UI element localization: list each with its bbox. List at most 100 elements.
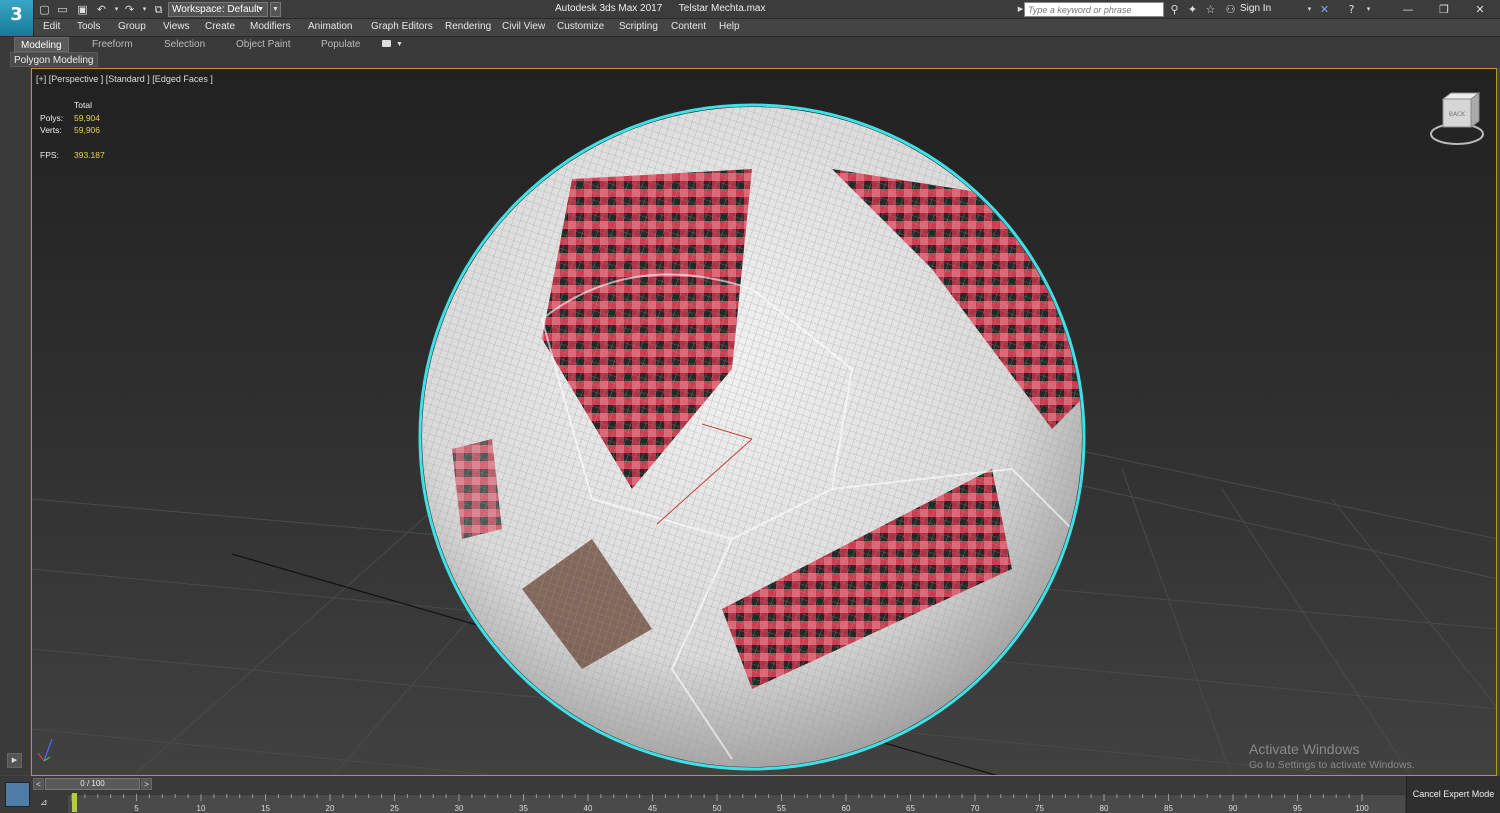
user-icon[interactable]: ⚇ (1224, 3, 1237, 16)
watermark-title: Activate Windows (1249, 741, 1360, 757)
app-logo[interactable]: 3 (0, 0, 34, 36)
curve-editor-icon[interactable]: ⊿ (40, 797, 48, 808)
subscription-icon[interactable]: ✦ (1186, 3, 1199, 16)
verts-label: Verts: (40, 125, 62, 135)
workspace-expand-button[interactable]: ▼ (270, 2, 281, 17)
undo-dropdown-icon[interactable]: ▾ (110, 3, 123, 16)
viewport-statistics: Total Polys: 59,904 Verts: 59,906 FPS: 393.… (40, 99, 105, 162)
menu-customize[interactable]: Customize (557, 21, 604, 32)
menu-modifiers[interactable]: Modifiers (250, 21, 291, 32)
search-input[interactable] (1024, 2, 1164, 17)
ribbon-panel-bar: Polygon Modeling (0, 52, 1500, 68)
timeline-tick-label: 25 (390, 804, 399, 813)
timeline-tick-label: 60 (842, 804, 851, 813)
fps-label: FPS: (40, 150, 59, 160)
cancel-expert-mode-button[interactable]: Cancel Expert Mode (1406, 776, 1500, 813)
menu-edit[interactable]: Edit (43, 21, 60, 32)
stats-header: Total (74, 100, 92, 110)
expand-panel-button[interactable]: ▶ (7, 753, 22, 768)
timeline-ticks: 5 10 15 20 25 30 35 40 45 50 55 60 65 70 75 80 85 90 95 100 (71, 794, 1369, 813)
maxscript-listener-button[interactable] (5, 782, 30, 807)
viewport-label-menu[interactable]: [+] [Perspective ] [Standard ] [Edged Fa… (36, 74, 213, 84)
timeline-tick-label: 50 (713, 804, 722, 813)
timeline-tick-label: 75 (1035, 804, 1044, 813)
polys-value: 59,904 (74, 112, 100, 123)
time-slider[interactable]: 0 / 100 (45, 778, 140, 790)
workspace-dropdown[interactable]: Workspace: Default ▼ (168, 2, 268, 17)
viewcube-face-label: BACK (1449, 111, 1466, 118)
timeline-tick-label: 100 (1355, 804, 1369, 813)
verts-value: 59,906 (74, 125, 100, 135)
timeline-tick-label: 85 (1164, 804, 1173, 813)
favorites-star-icon[interactable]: ☆ (1204, 3, 1217, 16)
window-title: Autodesk 3ds Max 2017 Telstar Mechta.max (555, 3, 766, 14)
exchange-apps-icon[interactable]: ✕ (1318, 3, 1331, 16)
menu-help[interactable]: Help (719, 21, 740, 32)
timeline-tick-label: 65 (906, 804, 915, 813)
left-toolbar-strip (0, 68, 30, 775)
menu-rendering[interactable]: Rendering (445, 21, 491, 32)
minimize-button[interactable]: — (1390, 0, 1426, 19)
fps-value: 393.187 (74, 150, 105, 160)
new-file-icon[interactable]: ▢ (38, 3, 51, 16)
sign-in-dropdown-icon[interactable]: ▾ (1303, 3, 1316, 16)
sign-in-link[interactable]: Sign In (1240, 3, 1271, 14)
help-icon[interactable]: ? (1345, 3, 1358, 16)
redo-dropdown-icon[interactable]: ▾ (138, 3, 151, 16)
restore-button[interactable]: ❐ (1426, 0, 1462, 19)
ribbon-tab-bar: Modeling Freeform Selection Object Paint… (0, 36, 1500, 52)
axis-tripod-icon (37, 738, 53, 762)
timeline-tick-label: 95 (1293, 804, 1302, 813)
menu-group[interactable]: Group (118, 21, 146, 32)
timeline-tick-label: 70 (971, 804, 980, 813)
timeline-tick-label: 40 (584, 804, 593, 813)
help-dropdown-icon[interactable]: ▾ (1362, 3, 1375, 16)
ribbon-options-icon[interactable] (382, 40, 391, 47)
close-button[interactable]: ✕ (1462, 0, 1498, 19)
tab-freeform[interactable]: Freeform (86, 37, 139, 52)
title-bar: 3 ▢ ▭ ▣ ↶ ▾ ↷ ▾ ⧉ Workspace: Default ▼ ▼… (0, 0, 1500, 36)
timeline-tick-label: 45 (648, 804, 657, 813)
tab-modeling[interactable]: Modeling (14, 37, 69, 52)
menu-create[interactable]: Create (205, 21, 235, 32)
redo-icon[interactable]: ↷ (123, 3, 136, 16)
menu-graph-editors[interactable]: Graph Editors (371, 21, 433, 32)
ribbon-options-dropdown-icon[interactable]: ▼ (396, 37, 403, 52)
viewport-scene[interactable]: BACK (32, 69, 1497, 776)
timeline-tick-label: 5 (134, 804, 139, 813)
previous-frame-button[interactable]: < (33, 778, 44, 790)
timeline-tick-label: 15 (261, 804, 270, 813)
project-folder-icon[interactable]: ⧉ (152, 3, 165, 16)
viewcube: BACK (1430, 92, 1484, 145)
menu-tools[interactable]: Tools (77, 21, 100, 32)
workspace-dropdown-value: Workspace: Default (172, 4, 260, 15)
menu-bar: Edit Tools Group Views Create Modifiers … (34, 19, 1500, 36)
timeline-tick-label: 30 (455, 804, 464, 813)
open-file-icon[interactable]: ▭ (56, 3, 69, 16)
next-frame-button[interactable]: > (141, 778, 152, 790)
timeline-tick-label: 80 (1100, 804, 1109, 813)
current-frame-marker[interactable] (72, 793, 77, 812)
menu-scripting[interactable]: Scripting (619, 21, 658, 32)
polygon-modeling-panel[interactable]: Polygon Modeling (10, 52, 98, 67)
menu-animation[interactable]: Animation (308, 21, 352, 32)
tab-object-paint[interactable]: Object Paint (230, 37, 296, 52)
chevron-down-icon: ▼ (257, 6, 264, 13)
menu-civil-view[interactable]: Civil View (502, 21, 545, 32)
tab-populate[interactable]: Populate (315, 37, 366, 52)
timeline-tick-label: 10 (197, 804, 206, 813)
tab-selection[interactable]: Selection (158, 37, 211, 52)
menu-views[interactable]: Views (163, 21, 190, 32)
timeline-tick-label: 35 (519, 804, 528, 813)
menu-content[interactable]: Content (671, 21, 706, 32)
perspective-viewport[interactable]: BACK [+] [Perspective ] [Standard ] [Edg… (31, 68, 1497, 776)
binoculars-icon[interactable]: ⚲ (1168, 3, 1181, 16)
activate-windows-watermark: Activate Windows Go to Settings to activ… (1249, 741, 1415, 771)
timeline-tick-label: 55 (777, 804, 786, 813)
timeline-tick-label: 20 (326, 804, 335, 813)
timeline-area: < 0 / 100 > ⊿ 5 10 15 20 25 30 35 40 45 50 55 60 65 7… (0, 776, 1500, 813)
save-icon[interactable]: ▣ (76, 3, 89, 16)
timeline-tick-label: 90 (1229, 804, 1238, 813)
undo-icon[interactable]: ↶ (95, 3, 108, 16)
polys-label: Polys: (40, 112, 64, 123)
